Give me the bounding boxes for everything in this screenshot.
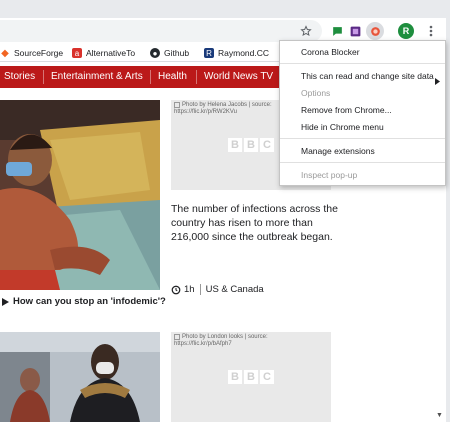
article-photo-masked-man[interactable] bbox=[0, 332, 160, 422]
menu-item-options: Options bbox=[301, 88, 331, 98]
article-meta: 1h US & Canada bbox=[171, 284, 264, 295]
image-placeholder[interactable]: Photo by London looks | source: https://… bbox=[171, 332, 331, 422]
nav-item-health[interactable]: Health bbox=[158, 71, 187, 82]
bbc-logo: BBC bbox=[228, 370, 274, 384]
speech-bubble-extension-icon[interactable] bbox=[328, 22, 346, 40]
extension-context-menu: Corona Blocker This can read and change … bbox=[279, 40, 446, 186]
submenu-arrow-icon bbox=[435, 72, 440, 90]
profile-avatar[interactable]: R bbox=[398, 23, 414, 39]
bookmark-label: Raymond.CC bbox=[218, 48, 270, 58]
address-bar[interactable] bbox=[0, 20, 322, 42]
scroll-down-arrow-icon[interactable]: ▼ bbox=[436, 412, 443, 419]
bookmark-label: SourceForge bbox=[14, 48, 64, 58]
nav-item-world-news-tv[interactable]: World News TV bbox=[204, 71, 273, 82]
meta-divider bbox=[199, 284, 201, 295]
nav-divider bbox=[150, 70, 151, 84]
image-alt-text: Photo by London looks | source: https://… bbox=[174, 334, 268, 347]
nav-divider bbox=[43, 70, 44, 84]
profile-letter: R bbox=[402, 26, 410, 36]
menu-item-hide[interactable]: Hide in Chrome menu bbox=[301, 122, 384, 132]
bookmark-github[interactable]: ● Github bbox=[150, 46, 189, 60]
menu-item-manage-extensions[interactable]: Manage extensions bbox=[301, 146, 375, 156]
play-icon bbox=[2, 297, 9, 306]
time-ago: 1h bbox=[184, 284, 195, 295]
star-icon[interactable] bbox=[297, 22, 315, 40]
bookmark-raymondcc[interactable]: R Raymond.CC bbox=[204, 46, 269, 60]
menu-item-extension-name[interactable]: Corona Blocker bbox=[301, 47, 360, 57]
bookmark-label: AlternativeTo bbox=[86, 48, 136, 58]
extension-icon[interactable] bbox=[346, 22, 364, 40]
menu-separator bbox=[280, 63, 445, 64]
three-dots-icon[interactable] bbox=[422, 22, 440, 40]
github-icon: ● bbox=[150, 48, 160, 58]
corona-blocker-extension-icon[interactable] bbox=[366, 22, 384, 40]
nav-item-entertainment-arts[interactable]: Entertainment & Arts bbox=[51, 71, 143, 82]
window-frame-top bbox=[0, 0, 450, 18]
alternativeto-icon: a bbox=[72, 48, 82, 58]
nav-divider bbox=[196, 70, 197, 84]
menu-separator bbox=[280, 138, 445, 139]
bookmark-alternativeto[interactable]: a AlternativeTo bbox=[72, 46, 135, 60]
bookmark-sourceforge[interactable]: ◆ SourceForge bbox=[0, 46, 63, 60]
menu-item-inspect-popup: Inspect pop-up bbox=[301, 170, 358, 180]
clock-icon bbox=[171, 285, 181, 295]
nav-item-stories[interactable]: Stories bbox=[4, 71, 35, 82]
raymondcc-icon: R bbox=[204, 48, 214, 58]
window-frame-right bbox=[446, 18, 450, 422]
menu-item-site-access[interactable]: This can read and change site data bbox=[301, 71, 434, 81]
sourceforge-icon: ◆ bbox=[1, 47, 9, 59]
headline-text: How can you stop an 'infodemic'? bbox=[13, 296, 166, 307]
menu-separator bbox=[280, 162, 445, 163]
article-summary[interactable]: The number of infections across the coun… bbox=[171, 202, 341, 244]
bookmark-label: Github bbox=[164, 48, 190, 58]
headline-link[interactable]: How can you stop an 'infodemic'? bbox=[2, 296, 166, 307]
menu-item-remove[interactable]: Remove from Chrome... bbox=[301, 105, 392, 115]
section-link[interactable]: US & Canada bbox=[206, 284, 264, 295]
bbc-logo: BBC bbox=[228, 138, 274, 152]
article-photo-child-mask[interactable] bbox=[0, 100, 160, 290]
